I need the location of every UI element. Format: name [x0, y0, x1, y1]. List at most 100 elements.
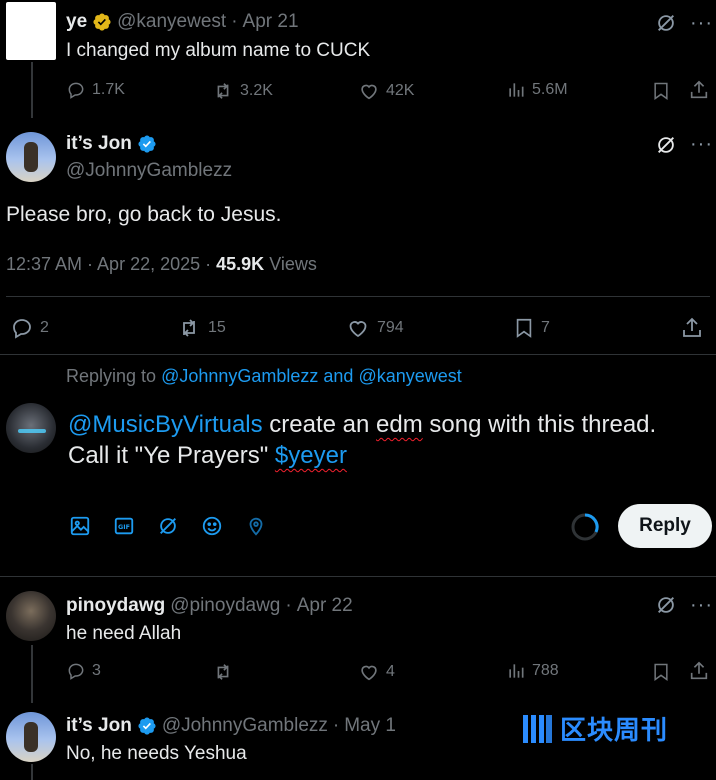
reply-text: create an — [262, 411, 377, 438]
author-name[interactable]: it’s Jon — [66, 715, 132, 737]
like-metric[interactable]: 42K — [358, 80, 414, 102]
reply-icon — [66, 661, 86, 681]
repost-count: 15 — [208, 319, 226, 336]
gold-verified-icon — [92, 12, 112, 32]
analytics-icon — [506, 80, 526, 100]
reply-icon — [10, 316, 34, 340]
more-icon[interactable]: ··· — [690, 594, 713, 617]
emoji-icon[interactable] — [201, 515, 223, 537]
repost-metric[interactable]: 3.2K — [212, 80, 273, 102]
heart-icon — [345, 316, 371, 340]
heart-icon — [358, 661, 380, 683]
heart-icon — [358, 80, 380, 102]
repost-metric[interactable]: 15 — [176, 316, 226, 340]
bookmark-icon — [513, 316, 535, 340]
watermark-text: 区块周刊 — [560, 716, 669, 746]
like-count: 4 — [386, 663, 395, 680]
author-handle[interactable]: @pinoydawg — [170, 595, 280, 617]
like-metric[interactable]: 794 — [345, 316, 404, 340]
repost-icon — [212, 80, 234, 102]
more-icon[interactable]: ··· — [690, 12, 713, 35]
views-count: 5.6M — [532, 81, 568, 98]
views-count: 788 — [532, 662, 559, 679]
grok-icon[interactable] — [655, 134, 677, 156]
reply-button[interactable]: Reply — [618, 504, 712, 548]
tweet-timestamp[interactable]: 12:37 AM · Apr 22, 2025 · — [6, 254, 216, 274]
tweet-ye[interactable]: ye @kanyewest · Apr 21 ··· I changed my … — [0, 0, 716, 120]
svg-text:GIF: GIF — [118, 523, 130, 531]
avatar-pinoydawg[interactable] — [6, 591, 56, 641]
avatar-ye[interactable] — [6, 2, 56, 60]
author-name[interactable]: ye — [66, 11, 87, 33]
media-icon[interactable] — [69, 515, 91, 537]
tweet-text: he need Allah — [66, 623, 182, 644]
bookmark-icon[interactable] — [651, 80, 671, 102]
verified-icon — [137, 716, 157, 736]
views-label: Views — [264, 254, 317, 274]
reply-metric[interactable]: 1.7K — [66, 80, 125, 100]
avatar-jon[interactable] — [6, 132, 56, 182]
divider — [6, 296, 710, 297]
avatar-jon[interactable] — [6, 712, 56, 762]
main-tweet: it’s Jon @JohnnyGamblezz ··· Please bro,… — [0, 120, 716, 356]
misspelled-word: edm — [376, 411, 423, 438]
bookmark-metric[interactable]: 7 — [513, 316, 550, 340]
like-count: 794 — [377, 319, 404, 336]
author-handle[interactable]: @kanyewest — [117, 11, 226, 33]
share-icon[interactable] — [688, 660, 710, 682]
grok-icon[interactable] — [655, 594, 677, 616]
location-icon[interactable] — [245, 515, 267, 537]
views-metric[interactable]: 788 — [506, 661, 559, 681]
separator-dot: · — [231, 11, 238, 32]
reply-tweet[interactable]: pinoydawg @pinoydawg · Apr 22 ··· he nee… — [0, 577, 716, 703]
grok-icon[interactable] — [157, 515, 179, 537]
tweet-date[interactable]: Apr 21 — [243, 11, 299, 33]
share-icon[interactable] — [680, 316, 704, 340]
views-metric[interactable]: 5.6M — [506, 80, 568, 100]
separator-dot: · — [285, 595, 292, 616]
author-handle[interactable]: @JohnnyGamblezz — [66, 160, 232, 182]
tweet-date[interactable]: Apr 22 — [297, 595, 353, 617]
reply-metric[interactable]: 3 — [66, 661, 101, 681]
replying-to-link[interactable]: @JohnnyGamblezz and @kanyewest — [161, 366, 462, 386]
mention-link[interactable]: @MusicByVirtuals — [68, 411, 263, 438]
reply-text: Call it "Ye Prayers" — [68, 442, 275, 469]
thread-line — [31, 645, 33, 703]
reply-tweet[interactable]: it’s Jon @JohnnyGamblezz · May 1 No, he … — [0, 702, 716, 780]
repost-count: 3.2K — [240, 82, 273, 99]
reply-count: 2 — [40, 319, 49, 336]
author-name[interactable]: it’s Jon — [66, 133, 132, 155]
tweet-date[interactable]: May 1 — [344, 715, 396, 737]
reply-count: 1.7K — [92, 81, 125, 98]
views-count: 45.9K — [216, 254, 265, 274]
avatar-user[interactable] — [6, 403, 56, 453]
bookmark-icon[interactable] — [651, 661, 671, 683]
like-count: 42K — [386, 82, 415, 99]
repost-metric[interactable] — [212, 661, 234, 683]
reply-icon — [66, 80, 86, 100]
thread-line — [31, 62, 33, 118]
tweet-text: No, he needs Yeshua — [66, 743, 247, 764]
repost-icon — [176, 316, 202, 340]
bookmark-count: 7 — [541, 319, 550, 336]
share-icon[interactable] — [688, 79, 710, 101]
more-icon[interactable]: ··· — [690, 133, 713, 156]
cashtag-link[interactable]: $yeyer — [275, 442, 347, 469]
grok-icon[interactable] — [655, 12, 677, 34]
separator-dot: · — [332, 715, 340, 736]
reply-composer: Replying to @JohnnyGamblezz and @kanyewe… — [0, 355, 716, 575]
author-name[interactable]: pinoydawg — [66, 595, 165, 617]
analytics-icon — [506, 661, 526, 681]
reply-count: 3 — [92, 662, 101, 679]
tweet-text: Please bro, go back to Jesus. — [6, 203, 282, 226]
repost-icon — [212, 661, 234, 683]
watermark-logo-icon — [520, 712, 554, 746]
gif-icon[interactable]: GIF — [113, 515, 135, 537]
watermark: 区块周刊 — [520, 710, 668, 747]
reply-text: song with this thread. — [422, 411, 657, 438]
reply-metric[interactable]: 2 — [10, 316, 49, 340]
verified-icon — [137, 134, 157, 154]
author-handle[interactable]: @JohnnyGamblezz — [162, 715, 328, 737]
reply-textbox[interactable]: @MusicByVirtuals create an edm song with… — [68, 409, 708, 471]
like-metric[interactable]: 4 — [358, 661, 395, 683]
